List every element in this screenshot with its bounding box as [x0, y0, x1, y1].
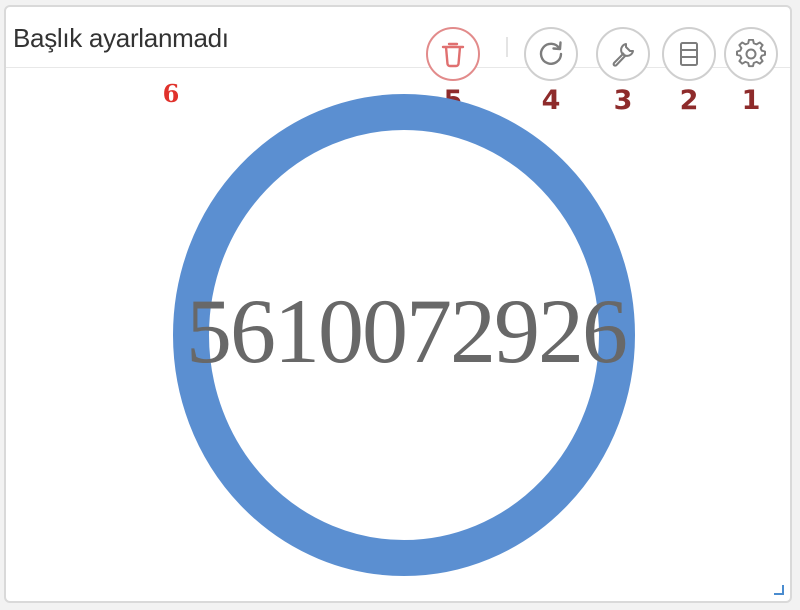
refresh-icon	[536, 39, 566, 69]
toolbar-divider	[506, 37, 508, 57]
list-button[interactable]	[662, 27, 716, 81]
widget-title: Başlık ayarlanmadı	[13, 23, 229, 53]
resize-handle[interactable]	[774, 585, 784, 595]
gauge-value: 5610072926	[186, 280, 628, 382]
widget-header: Başlık ayarlanmadı	[6, 7, 790, 81]
settings-button[interactable]	[724, 27, 778, 81]
gear-icon	[736, 39, 766, 69]
marker-2: 2	[679, 85, 699, 116]
dashboard-widget: Başlık ayarlanmadı 5 4 3 2 1 6 561007292…	[4, 5, 792, 603]
wrench-button[interactable]	[596, 27, 650, 81]
trash-icon	[440, 40, 466, 68]
wrench-icon	[609, 40, 637, 68]
refresh-button[interactable]	[524, 27, 578, 81]
marker-1: 1	[741, 85, 761, 116]
delete-button[interactable]	[426, 27, 480, 81]
list-icon	[677, 40, 701, 68]
